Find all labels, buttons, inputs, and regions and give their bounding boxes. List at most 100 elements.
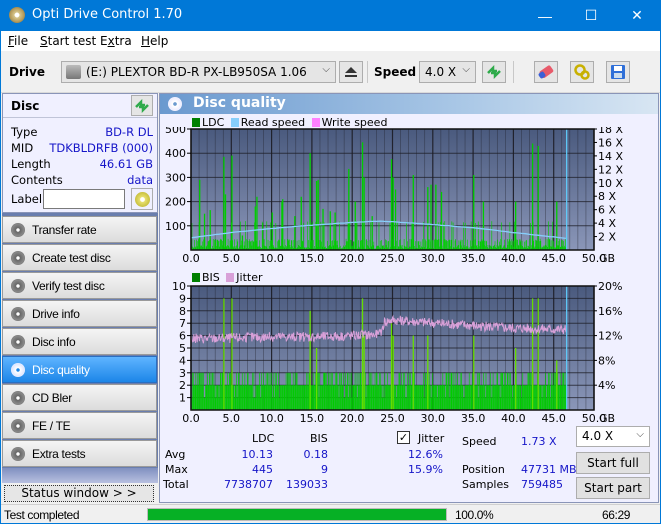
bar-bis: [563, 372, 565, 410]
speed-select[interactable]: 4.0 X ⌵: [419, 61, 476, 83]
bar-bis: [345, 372, 346, 410]
refresh-button[interactable]: [482, 61, 506, 83]
bar-ldc: [381, 240, 382, 250]
disc-label-input[interactable]: [43, 189, 125, 209]
bar-ldc: [563, 241, 564, 250]
bar-ldc: [291, 240, 293, 250]
eject-button[interactable]: [339, 61, 363, 83]
nav-label: Transfer rate: [32, 223, 97, 237]
disc-mid-key: MID: [11, 141, 34, 155]
bar-bis: [419, 385, 420, 410]
ldc-chart: 1002003004005002 X4 X6 X8 X10 X12 X14 X1…: [165, 127, 623, 265]
bar-bis: [528, 372, 529, 410]
settings-button[interactable]: [570, 61, 594, 83]
nav-fe-te[interactable]: FE / TE: [2, 412, 157, 439]
bar-bis: [505, 372, 506, 410]
menu-start-test[interactable]: Start test: [40, 34, 96, 48]
menu-extra-accel: x: [107, 34, 115, 48]
bar-bis: [225, 385, 226, 410]
nav-create-test-disc[interactable]: Create test disc: [2, 244, 157, 271]
y-tick-label: 500: [165, 127, 186, 136]
y-tick-label: 10: [172, 280, 186, 293]
nav-disc-quality[interactable]: Disc quality: [2, 356, 157, 383]
bar-bis: [396, 397, 397, 410]
y-tick-label: 2: [179, 379, 186, 392]
panel-title: Disc quality: [193, 95, 286, 111]
nav-label: Disc quality: [32, 363, 90, 377]
bar-ldc: [561, 239, 562, 250]
bar-bis: [287, 372, 288, 410]
bar-bis: [464, 397, 466, 410]
bar-bis: [430, 385, 431, 410]
bar-bis: [196, 385, 197, 410]
bar-bis: [297, 385, 299, 410]
bar-bis: [307, 385, 308, 410]
spike-ldc: [309, 153, 311, 250]
bar-bis: [257, 385, 259, 410]
test-speed-select[interactable]: 4.0 X ⌵: [576, 426, 650, 447]
disc-label-button[interactable]: [131, 188, 153, 210]
stats-max-jitter: 15.9%: [408, 463, 443, 476]
start-part-button[interactable]: Start part: [576, 477, 650, 499]
bar-ldc: [388, 240, 389, 250]
nav-disc-info[interactable]: Disc info: [2, 328, 157, 355]
bar-bis: [498, 385, 500, 410]
bar-bis: [417, 385, 419, 410]
write-speed-swatch: [311, 118, 320, 127]
bar-ldc: [517, 239, 518, 250]
bar-bis: [225, 385, 227, 410]
nav-label: Verify test disc: [32, 279, 105, 293]
bar-bis: [330, 372, 332, 410]
bar-ldc: [212, 239, 214, 250]
bar-bis: [302, 385, 304, 410]
spike-ldc: [231, 155, 233, 250]
bar-bis: [249, 385, 250, 410]
nav-cd-bler[interactable]: CD Bler: [2, 384, 157, 411]
bar-bis: [349, 372, 351, 410]
bar-bis: [564, 385, 566, 410]
bar-bis: [525, 385, 526, 410]
bar-bis: [339, 372, 340, 410]
menu-file[interactable]: File: [8, 34, 28, 48]
bar-bis: [345, 385, 347, 410]
bar-ldc: [533, 240, 535, 250]
menu-help[interactable]: Help: [141, 34, 168, 48]
bar-ldc: [308, 240, 309, 250]
bar-bis: [266, 385, 268, 410]
nav-drive-info[interactable]: Drive info: [2, 300, 157, 327]
bar-bis: [486, 385, 487, 410]
start-full-button[interactable]: Start full: [576, 452, 650, 474]
erase-button[interactable]: [534, 61, 558, 83]
x-tick-label: 30.0: [421, 412, 446, 423]
bar-ldc: [227, 238, 229, 250]
nav-transfer-rate[interactable]: Transfer rate: [2, 216, 157, 243]
drive-select[interactable]: (E:) PLEXTOR BD-R PX-LB950SA 1.06 ⌵: [61, 61, 336, 83]
bar-ldc: [511, 239, 513, 250]
title-bar: Opti Drive Control 1.70 — ☐ ✕: [1, 0, 660, 31]
y-tick-label: 9: [179, 292, 186, 305]
maximize-button[interactable]: ☐: [568, 0, 614, 31]
jitter-checkbox[interactable]: ✓: [397, 431, 410, 444]
bar-bis: [546, 397, 547, 410]
bar-bis: [516, 385, 518, 410]
y2-tick-label: 4%: [598, 379, 615, 392]
bar-bis: [398, 372, 400, 410]
bar-bis: [494, 385, 495, 410]
minimize-button[interactable]: —: [522, 0, 568, 31]
bar-bis: [217, 385, 219, 410]
close-button[interactable]: ✕: [614, 0, 660, 31]
nav-verify-test-disc[interactable]: Verify test disc: [2, 272, 157, 299]
bar-ldc: [432, 239, 433, 250]
bar-bis: [259, 372, 260, 410]
bar-ldc: [208, 240, 210, 250]
menu-extra[interactable]: Extra: [100, 34, 132, 48]
status-window-button[interactable]: Status window > >: [4, 485, 154, 502]
bar-bis: [282, 385, 284, 410]
chevron-down-icon: ⌵: [322, 64, 330, 75]
disc-type-key: Type: [11, 125, 38, 139]
save-button[interactable]: [606, 61, 630, 83]
spike-ldc: [300, 196, 302, 250]
nav-extra-tests[interactable]: Extra tests: [2, 440, 157, 467]
nav-label: CD Bler: [32, 391, 72, 405]
disc-refresh-button[interactable]: [131, 95, 153, 116]
